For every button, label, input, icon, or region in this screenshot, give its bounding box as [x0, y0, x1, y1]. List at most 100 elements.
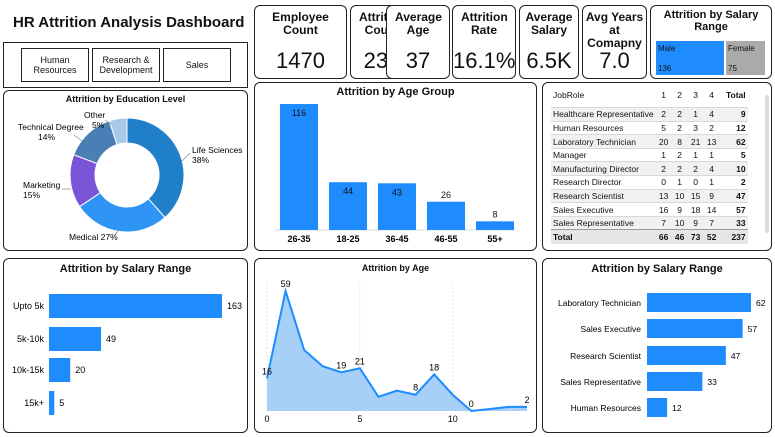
value-cell: 16: [655, 202, 672, 217]
kpi-average-age: Average Age 37: [386, 5, 450, 79]
bar-laboratory-technician[interactable]: [647, 293, 751, 312]
value-cell: 10: [671, 188, 688, 203]
bar-15k+[interactable]: [49, 391, 55, 415]
bar-upto 5k[interactable]: [49, 294, 222, 318]
kpi-avg-years: Avg Years at Comapny 7.0: [582, 5, 647, 79]
y-tick-label: Human Resources: [571, 403, 641, 413]
y-tick-label: Research Scientist: [570, 351, 642, 361]
bar-value-label: 33: [707, 377, 717, 387]
male-bar[interactable]: Male 136: [656, 41, 724, 75]
slicer-sales[interactable]: Sales: [163, 48, 231, 82]
value-cell: 2: [671, 161, 688, 176]
bar-value-label: 44: [343, 186, 353, 196]
gender-attrition-card: Attrition by Salary Range Male 136 Femal…: [650, 5, 772, 79]
bar-46-55[interactable]: [427, 201, 465, 230]
x-tick-label: 36-45: [385, 234, 408, 244]
bar-value-label: 49: [106, 334, 116, 344]
kpi-average-salary: Average Salary 6.5K: [519, 5, 579, 79]
value-cell: 1: [687, 147, 704, 162]
female-bar[interactable]: Female 75: [726, 41, 765, 75]
point-value-label: 18: [429, 362, 439, 372]
value-cell: 3: [687, 120, 704, 135]
x-tick-label: 10: [448, 414, 458, 424]
y-tick-label: 5k-10k: [17, 334, 45, 344]
bar-10k-15k[interactable]: [49, 358, 71, 382]
bar-value-label: 12: [672, 403, 682, 413]
value-cell: 2: [655, 161, 672, 176]
kpi-label: Attrition Rate: [461, 10, 508, 37]
bar-research-scientist[interactable]: [647, 346, 726, 365]
donut-slice-life-sciences: [126, 117, 185, 219]
value-cell: 2: [687, 161, 704, 176]
table-row: Research Scientist 13 10 15 9 47: [551, 188, 748, 203]
bar-value-label: 163: [227, 301, 242, 311]
matrix-header-cell: 4: [709, 89, 714, 100]
y-tick-label: 10k-15k: [12, 365, 45, 375]
point-value-label: 0: [469, 399, 474, 409]
point-value-label: 19: [336, 360, 346, 370]
bar-55+[interactable]: [476, 221, 514, 230]
y-tick-label: Laboratory Technician: [558, 298, 641, 308]
jobrole-bar-panel: Attrition by Salary Range Laboratory Tec…: [542, 258, 772, 433]
kpi-employee-count: Employee Count 1470: [254, 5, 347, 79]
value-cell: 1: [703, 175, 720, 190]
total-cell: 9: [719, 107, 748, 122]
bar-value-label: 20: [75, 365, 85, 375]
bar-26-35[interactable]: [280, 104, 318, 230]
bar-value-label: 57: [748, 324, 758, 334]
x-tick-label: 0: [264, 414, 269, 424]
total-cell: 52: [703, 229, 720, 244]
title-panel: HR Attrition Analysis Dashboard: [3, 3, 248, 39]
bar-value-label: 116: [292, 108, 306, 118]
role-cell: Sales Representative: [551, 215, 656, 230]
bar-value-label: 5: [59, 398, 64, 408]
y-tick-label: Sales Representative: [560, 377, 641, 387]
bar-sales-executive[interactable]: [647, 319, 743, 338]
value-cell: 10: [671, 215, 688, 230]
x-tick-label: 26-35: [287, 234, 310, 244]
kpi-label: Average Salary: [525, 10, 573, 37]
value-cell: 1: [671, 175, 688, 190]
kpi-value: 37: [405, 48, 431, 73]
value-cell: 18: [687, 202, 704, 217]
y-tick-label: 15k+: [24, 398, 44, 408]
role-cell: Human Resources: [551, 120, 656, 135]
donut-label-pct: 38%: [192, 155, 209, 165]
value-cell: 8: [671, 134, 688, 149]
value-cell: 2: [671, 147, 688, 162]
age-area-panel: Attrition by Age 16 59 19 21 8 18 0 2 0 5 10: [254, 258, 537, 433]
matrix-header-cell: Total: [725, 89, 746, 100]
female-value: 75: [728, 64, 737, 73]
slicer-research-development[interactable]: Research & Development: [92, 48, 160, 82]
bar-5k-10k[interactable]: [49, 327, 102, 351]
table-row: Healthcare Representative 2 2 1 4 9: [551, 107, 748, 122]
donut-label-pct: 15%: [23, 190, 40, 200]
total-cell: 12: [719, 120, 748, 135]
point-value-label: 59: [281, 279, 291, 289]
jobrole-matrix: JobRole 1 2 3 4 Total Healthcare Represe…: [551, 88, 748, 244]
donut-label: Life Sciences: [192, 145, 243, 155]
matrix-header: JobRole 1 2 3 4 Total: [551, 88, 748, 102]
value-cell: 4: [703, 161, 720, 176]
kpi-value: 1470: [276, 48, 325, 73]
total-label: Total: [551, 229, 656, 244]
role-cell: Manager: [551, 147, 656, 162]
donut-label-pct: 5%: [92, 120, 105, 130]
jobrole-bar-chart: Laboratory Technician 62 Sales Executive 57…: [558, 293, 766, 417]
point-value-label: 16: [262, 366, 272, 376]
matrix-scrollbar[interactable]: [765, 95, 769, 233]
education-donut-panel: Attrition by Education Level Life Scienc…: [3, 90, 248, 251]
kpi-value: 6.5K: [526, 48, 572, 73]
value-cell: 15: [687, 188, 704, 203]
jobrole-matrix-panel: JobRole 1 2 3 4 Total Healthcare Represe…: [542, 82, 772, 251]
donut-label-pct: 14%: [38, 132, 55, 142]
donut-label: Technical Degree: [18, 122, 84, 132]
bar-value-label: 62: [756, 298, 766, 308]
value-cell: 0: [687, 175, 704, 190]
bar-human-resources[interactable]: [647, 398, 668, 417]
bar-value-label: 26: [441, 190, 451, 200]
value-cell: 7: [655, 215, 672, 230]
slicer-human-resources[interactable]: Human Resources: [21, 48, 89, 82]
salary-range-panel: Attrition by Salary Range Upto 5k 163 5k-1…: [3, 258, 248, 433]
bar-sales-representative[interactable]: [647, 372, 703, 391]
